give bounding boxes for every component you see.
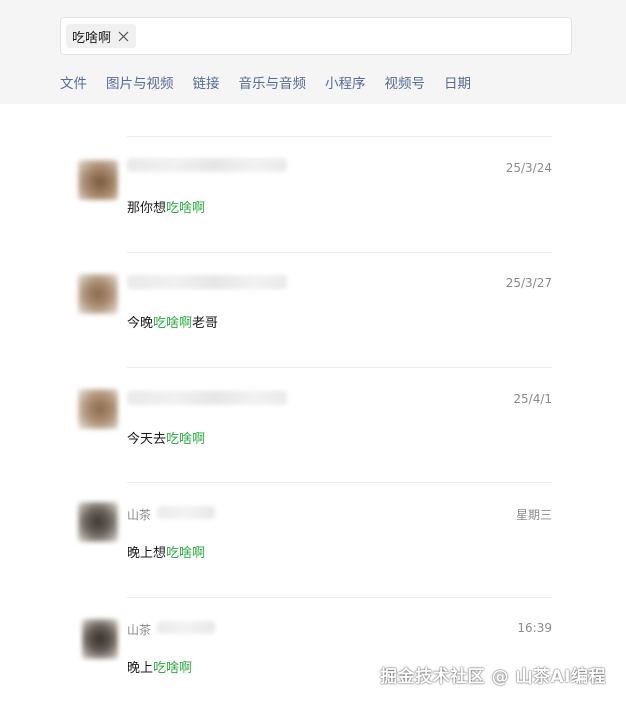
filter-music-audio[interactable]: 音乐与音频: [239, 72, 307, 92]
sender-name: [127, 275, 287, 289]
message-date: 25/4/1: [513, 392, 552, 406]
message-text: 那你想: [127, 201, 167, 216]
divider: [127, 136, 552, 137]
list-item[interactable]: 山茶 星期三 晚上想吃啥啊: [0, 482, 626, 597]
filter-date[interactable]: 日期: [444, 72, 471, 92]
filter-files[interactable]: 文件: [60, 72, 87, 92]
message-text: 晚上: [127, 661, 154, 676]
sender-name: [127, 391, 287, 405]
watermark: 掘金技术社区 @ 山茶AI编程: [380, 667, 606, 687]
filter-bar: 文件 图片与视频 链接 音乐与音频 小程序 视频号 日期: [60, 72, 490, 92]
keyword-highlight: 吃啥啊: [166, 201, 206, 216]
divider: [127, 367, 552, 368]
avatar[interactable]: [78, 160, 118, 200]
message-date: 25/3/27: [505, 276, 552, 290]
list-item[interactable]: 25/4/1 今天去吃啥啊: [0, 367, 626, 482]
avatar[interactable]: [82, 619, 118, 659]
message-text: 今晚: [127, 316, 154, 331]
message-snippet: 今天去吃啥啊: [127, 428, 205, 447]
divider: [127, 597, 552, 598]
close-icon[interactable]: [116, 29, 130, 43]
message-date: 星期三: [515, 508, 552, 522]
keyword-highlight: 吃啥啊: [166, 546, 206, 561]
sender-name: 山茶: [127, 508, 152, 522]
list-item[interactable]: 25/3/24 那你想吃啥啊: [0, 136, 626, 251]
divider: [127, 252, 552, 253]
message-text: 老哥: [192, 316, 219, 331]
sender-name-redacted: [157, 621, 215, 634]
sender-name: [127, 158, 287, 172]
filter-links[interactable]: 链接: [193, 72, 220, 92]
sender-name: 山茶: [127, 623, 152, 637]
filter-channels[interactable]: 视频号: [385, 72, 426, 92]
list-item[interactable]: 山茶 16:39 晚上吃啥啊: [0, 597, 626, 712]
avatar[interactable]: [78, 502, 118, 542]
filter-images-videos[interactable]: 图片与视频: [106, 72, 174, 92]
search-keyword-chip[interactable]: 吃啥啊: [66, 24, 137, 48]
list-item[interactable]: 25/3/27 今晚吃啥啊老哥: [0, 252, 626, 367]
search-keyword-label: 吃啥啊: [72, 30, 112, 46]
message-snippet: 今晚吃啥啊老哥: [127, 312, 218, 331]
keyword-highlight: 吃啥啊: [153, 316, 193, 331]
sender-name-redacted: [157, 506, 215, 519]
keyword-highlight: 吃啥啊: [166, 432, 206, 447]
message-text: 今天去: [127, 432, 167, 447]
avatar[interactable]: [78, 389, 118, 429]
search-input[interactable]: 吃啥啊: [60, 17, 572, 55]
message-date: 25/3/24: [505, 161, 552, 175]
keyword-highlight: 吃啥啊: [153, 661, 193, 676]
message-date: 16:39: [517, 621, 552, 635]
message-snippet: 晚上吃啥啊: [127, 657, 192, 676]
divider: [127, 482, 552, 483]
message-snippet: 那你想吃啥啊: [127, 197, 205, 216]
search-header: 吃啥啊 文件 图片与视频 链接 音乐与音频 小程序 视频号 日期: [0, 0, 626, 104]
message-snippet: 晚上想吃啥啊: [127, 542, 205, 561]
message-text: 晚上想: [127, 546, 167, 561]
avatar[interactable]: [78, 274, 118, 314]
filter-mini-programs[interactable]: 小程序: [325, 72, 366, 92]
